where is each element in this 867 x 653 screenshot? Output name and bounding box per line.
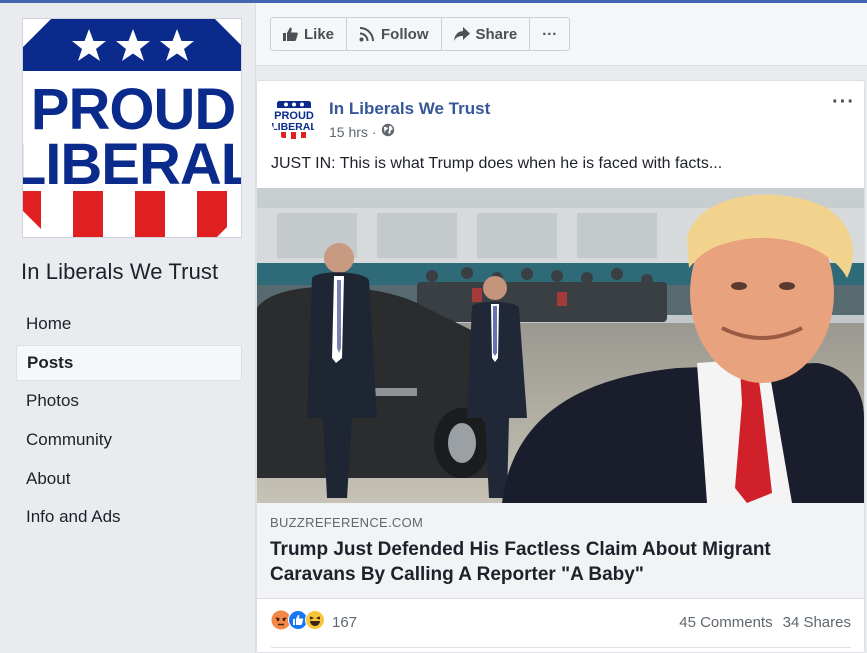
more-options-button[interactable]: ··· — [530, 18, 569, 50]
post-author-name[interactable]: In Liberals We Trust — [329, 99, 490, 119]
rss-follow-icon — [359, 26, 375, 42]
follow-page-label: Follow — [381, 25, 429, 43]
sidebar-nav: Home Posts Photos Community About Info a… — [16, 306, 242, 538]
thumbs-up-icon — [283, 27, 298, 41]
page-action-bar: Like Follow Share ··· — [256, 3, 867, 66]
reactions-summary: 167 45 Comments 34 Shares — [271, 607, 851, 637]
share-arrow-icon — [453, 27, 470, 41]
reaction-icons[interactable]: 167 — [271, 610, 357, 634]
post-message: JUST IN: This is what Trump does when he… — [271, 155, 723, 172]
link-preview[interactable]: BUZZREFERENCE.COM Trump Just Defended Hi… — [257, 503, 864, 599]
post-options-button[interactable]: ··· — [832, 91, 855, 114]
more-options-label: ··· — [542, 25, 558, 43]
page-profile-picture[interactable]: PROUD LIBERAL — [22, 18, 242, 238]
page-name[interactable]: In Liberals We Trust — [21, 259, 218, 285]
haha-reaction-icon — [305, 610, 325, 634]
engagement-stats: 45 Comments 34 Shares — [679, 614, 851, 631]
post-footer-divider — [271, 647, 851, 648]
post-link-image[interactable] — [257, 188, 864, 503]
post-meta: 15 hrs · — [329, 123, 395, 140]
sidebar-item-info-and-ads[interactable]: Info and Ads — [16, 499, 242, 535]
share-page-label: Share — [475, 25, 518, 43]
share-page-button[interactable]: Share — [442, 18, 531, 50]
feed-post: PROUD LIBERAL In Liberals We Trust 15 hr… — [256, 80, 865, 653]
shares-count[interactable]: 34 Shares — [783, 614, 851, 631]
comments-count[interactable]: 45 Comments — [679, 614, 772, 631]
sidebar-item-community[interactable]: Community — [16, 422, 242, 458]
post-timestamp[interactable]: 15 hrs — [329, 124, 368, 140]
left-sidebar: PROUD LIBERAL In Liberals We Trust Home … — [0, 3, 256, 653]
post-author-avatar[interactable]: PROUD LIBERAL — [271, 95, 317, 141]
avatar-logo-line2: LIBERAL — [271, 121, 317, 133]
sidebar-item-about[interactable]: About — [16, 461, 242, 497]
reaction-count[interactable]: 167 — [332, 614, 357, 631]
logo-line2-text: LIBERAL — [23, 132, 242, 197]
like-page-label: Like — [304, 25, 335, 43]
action-button-group: Like Follow Share ··· — [270, 17, 571, 51]
sidebar-item-photos[interactable]: Photos — [16, 383, 242, 419]
link-headline[interactable]: Trump Just Defended His Factless Claim A… — [270, 537, 830, 587]
meta-separator: · — [371, 123, 377, 140]
like-page-button[interactable]: Like — [271, 18, 348, 50]
link-domain: BUZZREFERENCE.COM — [270, 515, 424, 530]
post-header: PROUD LIBERAL In Liberals We Trust 15 hr… — [271, 91, 854, 145]
sidebar-item-posts[interactable]: Posts — [16, 344, 242, 381]
follow-page-button[interactable]: Follow — [347, 18, 442, 50]
globe-public-icon — [381, 123, 395, 140]
sidebar-item-home[interactable]: Home — [16, 306, 242, 342]
